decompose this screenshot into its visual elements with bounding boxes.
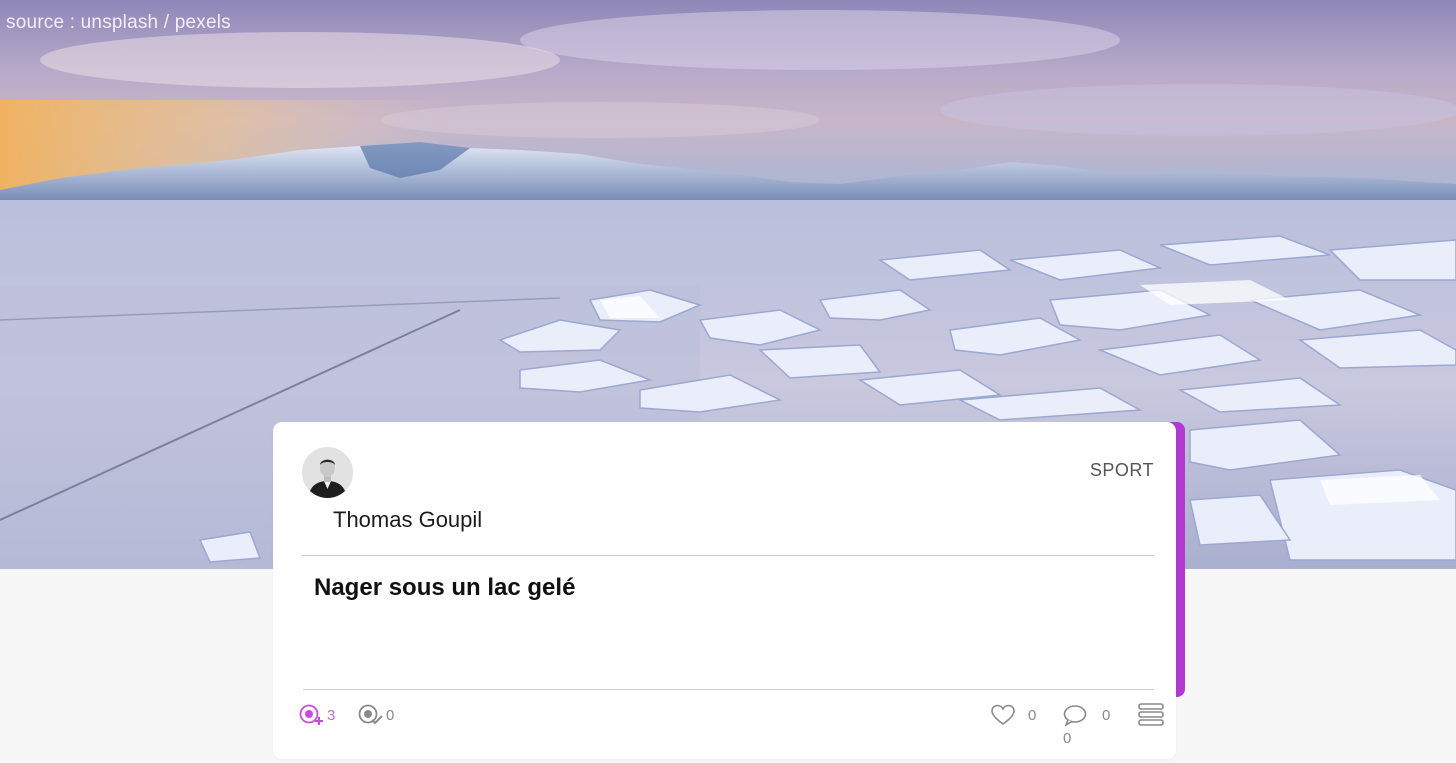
comment-bubble-icon[interactable]: [1062, 704, 1088, 727]
divider: [303, 689, 1154, 690]
post-card[interactable]: Thomas Goupil SPORT Nager sous un lac ge…: [273, 422, 1176, 759]
author-photo: [302, 447, 353, 498]
followers-stat[interactable]: 3: [299, 704, 335, 726]
secondary-count: 0: [1063, 730, 1072, 747]
followers-count: 3: [327, 706, 336, 724]
avatar[interactable]: [302, 447, 353, 498]
heart-icon[interactable]: [990, 704, 1016, 726]
validation-check-icon[interactable]: [358, 704, 384, 726]
validations-stat[interactable]: 0: [358, 704, 394, 726]
category-label[interactable]: SPORT: [1090, 460, 1154, 481]
stack-menu-icon[interactable]: [1137, 702, 1165, 728]
post-title[interactable]: Nager sous un lac gelé: [314, 574, 575, 602]
comments-count: 0: [1102, 706, 1111, 724]
author-name[interactable]: Thomas Goupil: [333, 507, 482, 533]
image-credit: source : unsplash / pexels: [6, 12, 231, 33]
likes-stat[interactable]: 0: [990, 704, 1036, 726]
likes-count: 0: [1028, 706, 1037, 724]
add-follower-icon[interactable]: [299, 704, 325, 726]
comments-stat[interactable]: 0: [1062, 704, 1111, 727]
divider: [302, 555, 1154, 556]
article-page: source : unsplash / pexels Thomas Goupil…: [0, 0, 1456, 763]
validations-count: 0: [386, 706, 395, 724]
